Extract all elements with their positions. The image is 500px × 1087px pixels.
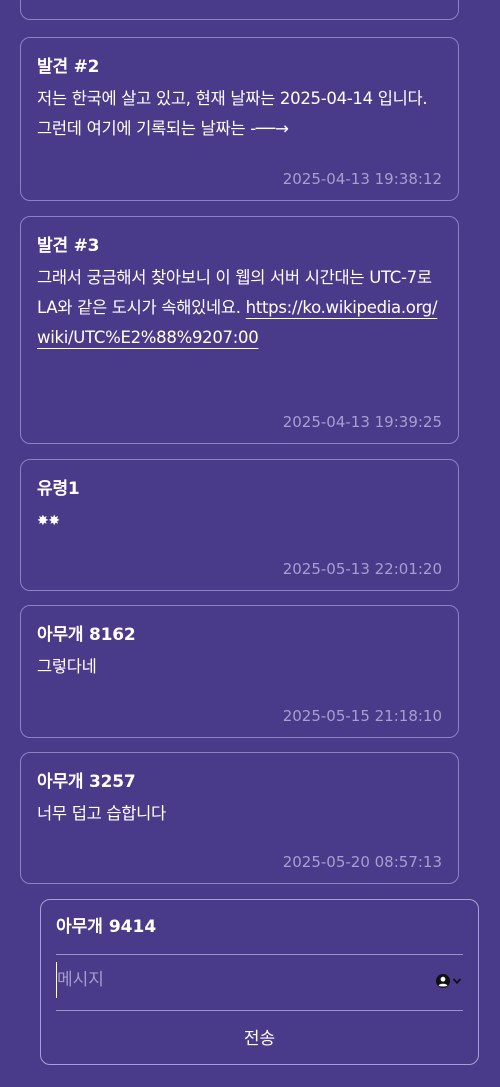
post-message: 너무 덥고 습합니다 [37, 804, 166, 823]
divider [56, 1010, 463, 1011]
post-card-clipped [20, 0, 459, 20]
composer-username: 아무개 9414 [56, 917, 157, 937]
post-author: 발견 #2 [37, 57, 100, 77]
post-message: 저는 한국에 살고 있고, 현재 날짜는 2025-04-14 입니다. 그런데… [37, 89, 428, 138]
message-composer: 아무개 9414 전송 [40, 899, 479, 1065]
post-card: 아무개 8162 그렇다네 2025-05-15 21:18:10 [20, 605, 459, 738]
post-message: ✸✸ [37, 513, 60, 529]
post-message: 그렇다네 [37, 657, 97, 676]
send-button[interactable]: 전송 [56, 1014, 463, 1058]
post-author: 아무개 3257 [37, 772, 136, 792]
user-circle-icon [436, 974, 450, 988]
post-timestamp: 2025-05-13 22:01:20 [282, 560, 442, 578]
post-timestamp: 2025-05-15 21:18:10 [282, 707, 442, 725]
post-card: 발견 #3 그래서 궁금해서 찾아보니 이 웹의 서버 시간대는 UTC-7로 … [20, 216, 459, 444]
message-input[interactable] [56, 962, 428, 998]
post-card: 유령1 ✸✸ 2025-05-13 22:01:20 [20, 459, 459, 591]
chevron-down-icon [452, 978, 462, 985]
post-message: 그래서 궁금해서 찾아보니 이 웹의 서버 시간대는 UTC-7로 LA와 같은… [37, 263, 442, 353]
post-author: 발견 #3 [37, 236, 100, 256]
divider [56, 954, 463, 955]
persona-select[interactable] [435, 973, 462, 989]
post-card: 아무개 3257 너무 덥고 습합니다 2025-05-20 08:57:13 [20, 752, 459, 884]
post-author: 유령1 [37, 479, 80, 499]
post-card: 발견 #2 저는 한국에 살고 있고, 현재 날짜는 2025-04-14 입니… [20, 37, 459, 201]
post-timestamp: 2025-05-20 08:57:13 [282, 853, 442, 871]
post-timestamp: 2025-04-13 19:38:12 [282, 170, 442, 188]
post-author: 아무개 8162 [37, 625, 136, 645]
post-timestamp: 2025-04-13 19:39:25 [282, 413, 442, 431]
